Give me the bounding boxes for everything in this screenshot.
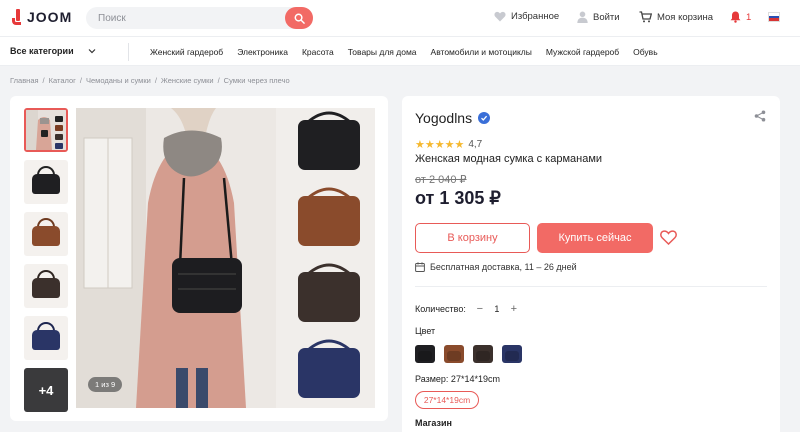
nav-item-electronics[interactable]: Электроника bbox=[237, 47, 288, 57]
nav-divider bbox=[128, 43, 129, 61]
quantity-stepper: Количество: − 1 + bbox=[415, 303, 522, 315]
nav-item-auto[interactable]: Автомобили и мотоциклы bbox=[431, 47, 532, 57]
search-input[interactable] bbox=[86, 7, 276, 29]
seller-name[interactable]: Yogodlns bbox=[415, 110, 491, 126]
thumbnail-coffee[interactable] bbox=[24, 264, 68, 308]
joom-logo-icon bbox=[12, 9, 22, 25]
bell-icon bbox=[730, 11, 741, 23]
delivery-info: Бесплатная доставка, 11 – 26 дней bbox=[415, 262, 577, 272]
nav-item-home[interactable]: Товары для дома bbox=[348, 47, 417, 57]
add-to-cart-button[interactable]: В корзину bbox=[415, 223, 530, 253]
favorites-label: Избранное bbox=[511, 11, 560, 22]
login-link[interactable]: Войти bbox=[577, 11, 620, 23]
image-counter: 1 из 9 bbox=[88, 377, 123, 392]
notifications-button[interactable]: 1 bbox=[730, 11, 751, 23]
color-swatch-black[interactable] bbox=[415, 345, 435, 363]
cart-icon bbox=[639, 11, 652, 23]
breadcrumb-item[interactable]: Главная bbox=[10, 76, 39, 85]
color-swatches bbox=[415, 345, 522, 363]
more-images-button[interactable]: +4 bbox=[24, 368, 68, 412]
size-option-selected[interactable]: 27*14*19cm bbox=[415, 391, 479, 409]
quantity-label: Количество: bbox=[415, 304, 466, 314]
main-product-image[interactable]: 1 из 9 bbox=[76, 108, 375, 408]
logo-text: JOOM bbox=[27, 9, 73, 25]
search-icon bbox=[294, 13, 305, 24]
nav-item-mens-clothing[interactable]: Мужской гардероб bbox=[546, 47, 619, 57]
thumbnail-blue[interactable] bbox=[24, 316, 68, 360]
russian-flag-icon[interactable] bbox=[768, 12, 780, 22]
buy-now-button[interactable]: Купить сейчас bbox=[537, 223, 653, 253]
quantity-increase-button[interactable]: + bbox=[506, 303, 522, 315]
color-swatch-coffee[interactable] bbox=[473, 345, 493, 363]
calendar-icon bbox=[415, 262, 425, 272]
thumbnail-brown[interactable] bbox=[24, 212, 68, 256]
product-rating[interactable]: ★★★★★ 4,7 bbox=[415, 138, 482, 151]
delivery-text: Бесплатная доставка, 11 – 26 дней bbox=[430, 262, 577, 272]
share-button[interactable] bbox=[754, 110, 766, 125]
size-label: Размер: 27*14*19cm bbox=[415, 374, 500, 384]
store-section-title: Магазин bbox=[415, 418, 452, 428]
heart-outline-icon bbox=[660, 230, 677, 246]
notifications-count: 1 bbox=[746, 11, 752, 23]
product-photo bbox=[76, 108, 375, 408]
user-icon bbox=[577, 11, 588, 23]
all-categories-label: Все категории bbox=[10, 46, 74, 56]
top-header: JOOM Избранное Войти Моя корзина 1 bbox=[0, 0, 800, 36]
nav-items: Женский гардероб Электроника Красота Тов… bbox=[150, 47, 672, 57]
breadcrumb-item[interactable]: Сумки через плечо bbox=[224, 76, 290, 85]
more-images-count: +4 bbox=[38, 382, 54, 398]
old-price: от 2 040 ₽ bbox=[415, 174, 467, 186]
breadcrumb-item[interactable]: Женские сумки bbox=[161, 76, 214, 85]
all-categories-dropdown[interactable]: Все категории bbox=[10, 46, 96, 56]
current-price: от 1 305 ₽ bbox=[415, 188, 501, 208]
thumbnail-model[interactable] bbox=[24, 108, 68, 152]
joom-logo[interactable]: JOOM bbox=[12, 9, 72, 25]
color-label: Цвет bbox=[415, 326, 436, 336]
product-details: Yogodlns ★★★★★ 4,7 Женская модная сумка … bbox=[402, 96, 780, 432]
rating-stars-icon: ★★★★★ bbox=[415, 139, 465, 151]
rating-value: 4,7 bbox=[468, 139, 483, 150]
search-bar bbox=[86, 7, 313, 29]
cart-label: Моя корзина bbox=[657, 11, 714, 23]
nav-item-beauty[interactable]: Красота bbox=[302, 47, 334, 57]
share-icon bbox=[754, 110, 766, 122]
chevron-down-icon bbox=[88, 49, 96, 54]
thumbnail-list: +4 bbox=[24, 108, 68, 420]
product-title: Женская модная сумка с карманами bbox=[415, 153, 603, 165]
search-button[interactable] bbox=[285, 7, 313, 29]
seller-name-label: Yogodlns bbox=[415, 110, 473, 126]
category-nav: Все категории Женский гардероб Электрони… bbox=[0, 36, 800, 66]
verified-badge-icon bbox=[478, 112, 491, 124]
product-gallery: +4 1 из 9 bbox=[10, 96, 388, 421]
heart-icon bbox=[494, 11, 506, 22]
breadcrumb-item[interactable]: Каталог bbox=[49, 76, 76, 85]
divider bbox=[415, 286, 767, 287]
breadcrumb: Главная / Каталог / Чемоданы и сумки / Женс… bbox=[10, 76, 290, 85]
color-swatch-brown[interactable] bbox=[444, 345, 464, 363]
favorites-link[interactable]: Избранное bbox=[494, 11, 559, 22]
quantity-decrease-button[interactable]: − bbox=[472, 303, 488, 315]
nav-item-womens-clothing[interactable]: Женский гардероб bbox=[150, 47, 223, 57]
color-swatch-blue[interactable] bbox=[502, 345, 522, 363]
breadcrumb-item[interactable]: Чемоданы и сумки bbox=[86, 76, 151, 85]
cart-link[interactable]: Моя корзина bbox=[639, 11, 713, 23]
thumbnail-black[interactable] bbox=[24, 160, 68, 204]
login-label: Войти bbox=[593, 11, 620, 23]
model-thumbnail-image bbox=[26, 110, 66, 150]
add-to-favorites-button[interactable] bbox=[660, 230, 677, 248]
quantity-value[interactable]: 1 bbox=[488, 304, 506, 314]
nav-item-shoes[interactable]: Обувь bbox=[633, 47, 658, 57]
